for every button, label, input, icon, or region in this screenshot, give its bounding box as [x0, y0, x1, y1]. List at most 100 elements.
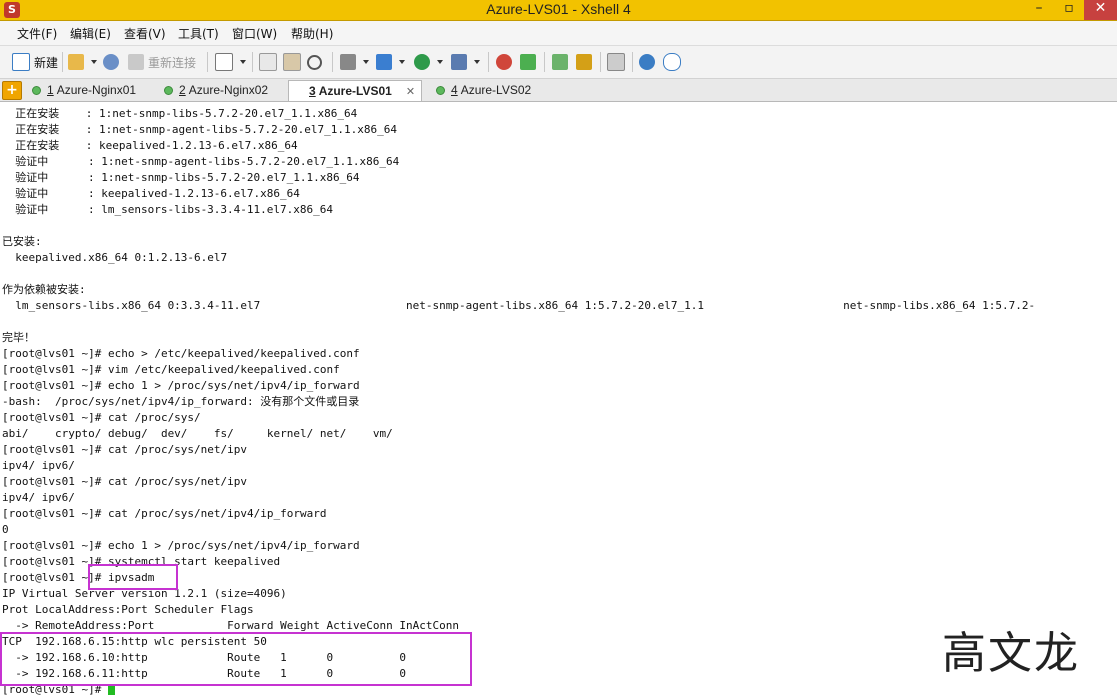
chevron-down-icon [363, 60, 369, 64]
xftp-icon [496, 54, 512, 70]
terminal-line: 已安装: [2, 235, 42, 248]
tab-azure-nginx01[interactable]: 1 Azure-Nginx01 [26, 80, 136, 100]
fullscreen-button[interactable] [552, 52, 572, 72]
virtual-server-highlight [0, 632, 472, 686]
terminal-line: 正在安装 : 1:net-snmp-libs-5.7.2-20.el7_1.1.… [2, 107, 358, 120]
keyboard-icon [607, 53, 625, 71]
menu-view[interactable]: 查看(V) [124, 25, 166, 42]
chevron-down-icon [399, 60, 405, 64]
fullscreen-icon [552, 54, 568, 70]
terminal-line: 正在安装 : keepalived-1.2.13-6.el7.x86_64 [2, 139, 298, 152]
toolbar-separator [632, 52, 633, 72]
terminal-line: Prot LocalAddress:Port Scheduler Flags [2, 603, 254, 616]
tab-label: Azure-Nginx02 [188, 83, 269, 97]
printer-icon [340, 54, 356, 70]
link-icon [103, 54, 119, 70]
tab-label: Azure-LVS01 [318, 84, 392, 98]
xftp-button[interactable] [496, 52, 516, 72]
copy-icon [259, 53, 277, 71]
globe-icon [414, 54, 430, 70]
connected-status-icon [164, 85, 173, 95]
lock-button[interactable] [576, 52, 596, 72]
author-watermark: 高文龙 [942, 628, 1080, 679]
tab-azure-lvs01[interactable]: 3 Azure-LVS01 ✕ [288, 80, 423, 101]
tab-number: 1 [47, 83, 54, 97]
toolbar-separator [207, 52, 208, 72]
session-tab-bar: + 1 Azure-Nginx01 2 Azure-Nginx02 3 Azur… [0, 79, 1117, 102]
terminal-line: [root@lvs01 ~]# cat /proc/sys/net/ipv [2, 475, 248, 488]
transfer-button[interactable] [376, 52, 405, 72]
terminal-line: [root@lvs01 ~]# cat /proc/sys/net/ipv4/i… [2, 507, 327, 520]
chevron-down-icon [474, 60, 480, 64]
properties-button[interactable] [215, 52, 246, 72]
globe-button[interactable] [414, 52, 443, 72]
terminal-line: 验证中 : 1:net-snmp-agent-libs-5.7.2-20.el7… [2, 155, 400, 168]
menu-edit[interactable]: 编辑(E) [70, 25, 111, 42]
terminal-line: [root@lvs01 ~]# echo 1 > /proc/sys/net/i… [2, 539, 360, 552]
menu-file[interactable]: 文件(F) [17, 25, 57, 42]
menu-help[interactable]: 帮助(H) [291, 25, 333, 42]
print-button[interactable] [340, 52, 369, 72]
terminal-line: 验证中 : keepalived-1.2.13-6.el7.x86_64 [2, 187, 300, 200]
terminal-output[interactable]: [root@lvs01 ~]# -> 192.168.6.11:http Rou… [0, 102, 1117, 695]
chevron-down-icon [240, 60, 246, 64]
terminal-line: ipv4/ ipv6/ [2, 491, 75, 504]
new-session-button[interactable]: 新建 [12, 52, 58, 72]
chat-button[interactable] [663, 52, 685, 72]
terminal-line: 验证中 : lm_sensors-libs-3.3.4-11.el7.x86_6… [2, 203, 334, 216]
menu-window[interactable]: 窗口(W) [232, 25, 277, 42]
toolbar-separator [252, 52, 253, 72]
help-button[interactable] [639, 52, 659, 72]
copy-button[interactable] [259, 52, 281, 72]
reconnect-label: 重新连接 [148, 55, 197, 70]
menu-bar: 文件(F) 编辑(E) 查看(V) 工具(T) 窗口(W) 帮助(H) [0, 21, 1117, 46]
window-title: Azure-LVS01 - Xshell 4 [486, 1, 631, 17]
terminal-line: 0 [2, 523, 9, 536]
title-bar: S Azure-LVS01 - Xshell 4 – ▫ ✕ [0, 0, 1117, 21]
terminal-line: [root@lvs01 ~]# echo 1 > /proc/sys/net/i… [2, 379, 360, 392]
terminal-line: ipv4/ ipv6/ [2, 459, 75, 472]
reconnect-button[interactable]: 重新连接 [128, 52, 196, 72]
reconnect-icon [128, 54, 144, 70]
properties-icon [215, 53, 233, 71]
new-session-label: 新建 [34, 55, 59, 70]
tab-label: Azure-Nginx01 [56, 83, 137, 97]
find-button[interactable] [307, 52, 326, 72]
new-session-icon [12, 53, 30, 71]
connected-status-icon [436, 85, 445, 95]
toolbar: 新建 重新连接 [0, 46, 1117, 79]
connect-button[interactable] [103, 52, 123, 72]
terminal-line: 正在安装 : 1:net-snmp-agent-libs-5.7.2-20.el… [2, 123, 397, 136]
help-icon [639, 54, 655, 70]
font-button[interactable] [451, 52, 480, 72]
paste-button[interactable] [283, 52, 305, 72]
terminal-line: keepalived.x86_64 0:1.2.13-6.el7 [2, 251, 228, 264]
minimize-icon[interactable]: – [1024, 0, 1054, 20]
close-icon[interactable]: ✕ [1084, 0, 1117, 20]
tab-label: Azure-LVS02 [460, 83, 532, 97]
toolbar-separator [332, 52, 333, 72]
terminal-line: abi/ crypto/ debug/ dev/ fs/ kernel/ net… [2, 427, 393, 440]
toolbar-separator [62, 52, 63, 72]
script-icon [520, 54, 536, 70]
tab-number: 4 [451, 83, 458, 97]
search-icon [307, 54, 322, 70]
tab-azure-lvs02[interactable]: 4 Azure-LVS02 [430, 80, 531, 100]
tab-azure-nginx02[interactable]: 2 Azure-Nginx02 [158, 80, 268, 100]
terminal-line: 验证中 : 1:net-snmp-libs-5.7.2-20.el7_1.1.x… [2, 171, 360, 184]
paste-icon [283, 53, 301, 71]
terminal-line: -bash: /proc/sys/net/ipv4/ip_forward: 没有… [2, 395, 360, 408]
terminal-line: [root@lvs01 ~]# echo > /etc/keepalived/k… [2, 347, 360, 360]
menu-tools[interactable]: 工具(T) [178, 25, 219, 42]
folder-icon [68, 54, 84, 70]
script-button[interactable] [520, 52, 540, 72]
close-tab-icon[interactable]: ✕ [406, 85, 415, 98]
keyboard-button[interactable] [607, 52, 629, 72]
add-tab-button[interactable]: + [2, 81, 22, 100]
toolbar-separator [488, 52, 489, 72]
maximize-icon[interactable]: ▫ [1054, 0, 1084, 20]
terminal-line: 作为依赖被安装: [2, 283, 86, 296]
chat-icon [663, 53, 681, 71]
open-button[interactable] [68, 52, 97, 72]
toolbar-separator [544, 52, 545, 72]
